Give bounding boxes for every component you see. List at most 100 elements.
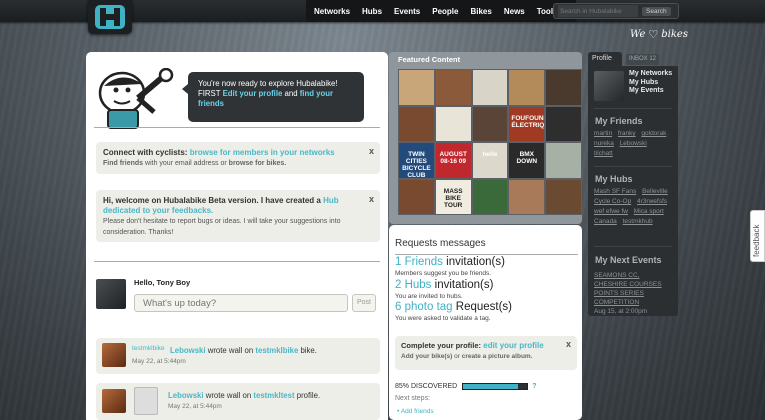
actor-link[interactable]: Lebowski — [170, 346, 206, 355]
connect-title: Connect with cyclists: — [103, 148, 188, 157]
featured-tile[interactable] — [434, 69, 472, 106]
phototag-requests-link[interactable]: 6 photo tag — [395, 301, 453, 313]
friend-link[interactable]: Lebowski — [620, 140, 647, 147]
friend-link[interactable]: tilchatt — [594, 150, 613, 157]
wall-date: May 22, at 5:44pm — [132, 358, 186, 365]
featured-tile-label: TWIN CITIES BICYCLE CLUB — [402, 151, 431, 179]
post-button[interactable]: Post — [352, 294, 376, 312]
mascot-icon — [98, 68, 174, 129]
featured-tile[interactable] — [545, 105, 582, 142]
divider — [594, 166, 672, 167]
nav-bikes[interactable]: Bikes — [470, 7, 491, 16]
complete-or: or — [454, 353, 460, 360]
featured-tile[interactable] — [471, 178, 509, 215]
close-icon[interactable]: x — [369, 194, 374, 204]
request-label: invitation(s) — [446, 256, 505, 268]
search-button[interactable]: Search — [642, 6, 671, 16]
friend-link[interactable]: franky — [618, 130, 636, 137]
browse-members-link[interactable]: browse for members in your networks — [190, 148, 335, 157]
my-links: My Networks My Hubs My Events — [629, 70, 672, 96]
featured-tile[interactable] — [398, 69, 435, 106]
featured-tile[interactable] — [471, 69, 509, 106]
hub-link[interactable]: wef efwe fw — [594, 208, 628, 215]
my-networks-link[interactable]: My Networks — [629, 70, 672, 79]
friend-link[interactable]: goldorak — [641, 130, 666, 137]
friend-link[interactable]: nureka — [594, 140, 614, 147]
wall-item: testmklbike Lebowski wrote wall on testm… — [96, 338, 380, 374]
profile-avatar[interactable] — [594, 71, 624, 101]
events-title: My Next Events — [595, 255, 662, 265]
wall-user[interactable]: testmklbike — [132, 345, 165, 352]
avatar[interactable] — [102, 389, 126, 413]
nav-hubs[interactable]: Hubs — [362, 7, 382, 16]
browse-bikes-link[interactable]: browse for bikes. — [229, 160, 287, 167]
request-sub: Members suggest you be friends. — [395, 270, 492, 277]
target-link[interactable]: testmkltest — [253, 391, 294, 400]
hubs-requests-link[interactable]: 2 Hubs — [395, 279, 431, 291]
featured-tile[interactable] — [508, 69, 546, 106]
featured-tile[interactable] — [398, 105, 435, 142]
add-bikes-link[interactable]: Add your bike(s) — [401, 353, 452, 360]
wall-item: Lebowski wrote wall on testmkltest profi… — [96, 383, 380, 420]
tagline-post: bikes — [661, 29, 688, 40]
progress-fill — [463, 384, 518, 389]
my-events-link[interactable]: My Events — [629, 87, 672, 96]
event-link[interactable]: SEAMONS CC, CHESHIRE COURSES POINTS SERI… — [594, 271, 674, 307]
hub-link[interactable]: 4r3rwefsfs — [637, 198, 667, 205]
friends-requests-link[interactable]: 1 Friends — [395, 256, 443, 268]
avatar[interactable] — [102, 343, 126, 367]
hubalabike-logo[interactable] — [88, 0, 132, 34]
request-label: invitation(s) — [434, 279, 494, 291]
status-input[interactable] — [134, 294, 348, 312]
featured-tile[interactable]: AUGUST 08-16 09 — [434, 142, 472, 179]
edit-profile-link[interactable]: Edit your profile — [223, 89, 283, 98]
hello-text: Hello, Tony Boy — [134, 278, 191, 287]
nav-events[interactable]: Events — [394, 7, 420, 16]
featured-tile[interactable] — [508, 178, 546, 215]
nav-people[interactable]: People — [432, 7, 458, 16]
featured-tile[interactable]: helle — [471, 142, 509, 179]
intro-first: FIRST — [198, 89, 221, 98]
divider — [395, 254, 578, 255]
request-sub: You were asked to validate a tag. — [395, 315, 491, 322]
hub-link[interactable]: Mash SF Fans — [594, 188, 636, 195]
close-icon[interactable]: x — [369, 146, 374, 156]
featured-tile-label: FOUFOUNES ÉLECTRIQUES — [511, 114, 545, 129]
feedback-label: feedback — [752, 224, 761, 257]
my-hubs-link[interactable]: My Hubs — [629, 79, 672, 88]
target-link[interactable]: testmklbike — [255, 346, 298, 355]
main-nav: Networks Hubs Events People Bikes News T… — [306, 0, 576, 22]
wall-text: Lebowski wrote wall on testmklbike bike. — [170, 346, 317, 355]
featured-tile[interactable] — [545, 142, 582, 179]
find-friends-email-link[interactable]: Find friends — [103, 160, 143, 167]
hub-link[interactable]: testmkhub — [623, 218, 653, 225]
nav-networks[interactable]: Networks — [314, 7, 350, 16]
actor-link[interactable]: Lebowski — [168, 391, 204, 400]
featured-tile[interactable] — [471, 105, 509, 142]
create-album-link[interactable]: create a picture album. — [462, 353, 533, 360]
help-icon[interactable]: ? — [532, 383, 536, 390]
featured-tile-label: BMX DOWN — [516, 151, 538, 165]
featured-tile[interactable]: MASS BIKE TOUR — [434, 178, 472, 215]
tab-profile[interactable]: Profile — [588, 52, 622, 66]
connect-box: x Connect with cyclists: browse for memb… — [96, 142, 380, 174]
featured-tile[interactable]: TWIN CITIES BICYCLE CLUB — [398, 142, 435, 179]
featured-tile[interactable] — [434, 105, 472, 142]
tab-inbox[interactable]: INBOX 12 — [626, 54, 660, 65]
featured-tile[interactable] — [545, 178, 582, 215]
search-input[interactable] — [558, 5, 638, 17]
user-avatar[interactable] — [96, 279, 126, 309]
requests-panel: Requests messages 1 Friends invitation(s… — [389, 225, 582, 420]
featured-tile[interactable] — [398, 178, 435, 215]
add-friends-link[interactable]: • Add friends — [397, 408, 434, 415]
featured-tile[interactable] — [545, 69, 582, 106]
friend-link[interactable]: martin — [594, 130, 612, 137]
close-icon[interactable]: x — [566, 339, 571, 349]
avatar[interactable] — [134, 387, 158, 415]
featured-tile[interactable]: BMX DOWN — [508, 142, 546, 179]
edit-profile-link-2[interactable]: edit your profile — [483, 341, 543, 350]
nav-news[interactable]: News — [504, 7, 525, 16]
feedback-tab[interactable]: feedback — [750, 210, 765, 262]
featured-tile[interactable]: FOUFOUNES ÉLECTRIQUES — [508, 105, 546, 142]
logo-icon — [95, 5, 125, 29]
